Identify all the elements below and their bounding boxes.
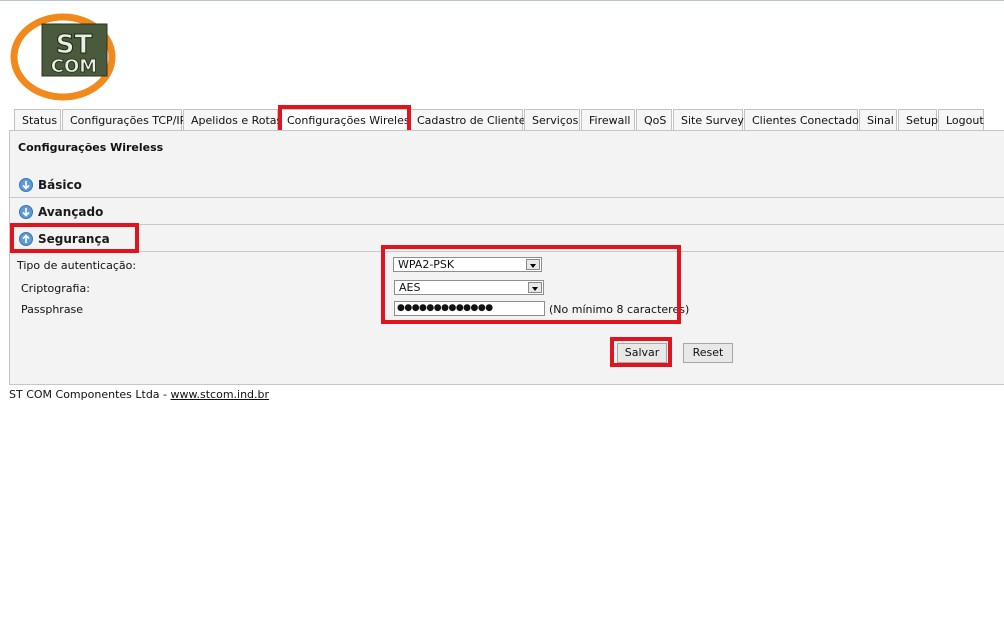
tab-sinal[interactable]: Sinal (859, 109, 897, 130)
tab-firewall[interactable]: Firewall (581, 109, 635, 130)
reset-button[interactable]: Reset (683, 343, 733, 363)
section-seguranca[interactable]: Segurança (10, 226, 1004, 252)
section-seguranca-label: Segurança (38, 232, 110, 246)
tab-logout[interactable]: Logout (938, 109, 984, 130)
passphrase-label: Passphrase (21, 303, 84, 316)
tab-servicos[interactable]: Serviços (524, 109, 580, 130)
crypto-select[interactable]: AES (394, 280, 544, 295)
tab-setup[interactable]: Setup (898, 109, 938, 130)
section-basico-label: Básico (38, 178, 82, 192)
tab-apelidos-rotas[interactable]: Apelidos e Rotas (183, 109, 282, 130)
footer: ST COM Componentes Ltda - www.stcom.ind.… (9, 388, 269, 401)
passphrase-hint: (No mínimo 8 caracteres) (549, 303, 690, 316)
stcom-logo: ST COM (9, 13, 119, 101)
chevron-down-icon (526, 259, 540, 270)
section-avancado-label: Avançado (38, 205, 104, 219)
tab-tcpip[interactable]: Configurações TCP/IP (62, 109, 186, 130)
panel-title: Configurações Wireless (18, 141, 164, 154)
expand-down-icon (19, 205, 33, 219)
tab-clientes-conectados[interactable]: Clientes Conectados (744, 109, 865, 130)
tab-qos[interactable]: QoS (636, 109, 672, 130)
auth-type-label: Tipo de autenticação: (17, 259, 137, 272)
passphrase-input[interactable]: ●●●●●●●●●●●●● (394, 301, 545, 316)
main-tabs: Status Configurações TCP/IP Apelidos e R… (14, 109, 985, 131)
auth-type-select[interactable]: WPA2-PSK (393, 257, 542, 272)
auth-type-value: WPA2-PSK (398, 258, 455, 271)
crypto-label: Criptografia: (21, 282, 90, 295)
tab-cadastro-clientes[interactable]: Cadastro de Clientes (409, 109, 531, 130)
tab-wireless[interactable]: Configurações Wireless (279, 109, 415, 130)
tab-status[interactable]: Status (14, 109, 61, 130)
section-basico[interactable]: Básico (10, 172, 1004, 198)
tab-site-survey[interactable]: Site Survey (673, 109, 744, 130)
expand-down-icon (19, 178, 33, 192)
footer-link[interactable]: www.stcom.ind.br (171, 388, 270, 401)
crypto-value: AES (399, 281, 421, 294)
collapse-up-icon (19, 232, 33, 246)
logo-line2: COM (51, 56, 97, 77)
footer-company: ST COM Componentes Ltda - (9, 388, 171, 401)
save-button[interactable]: Salvar (617, 343, 667, 363)
chevron-down-icon (528, 282, 542, 293)
section-avancado[interactable]: Avançado (10, 199, 1004, 225)
